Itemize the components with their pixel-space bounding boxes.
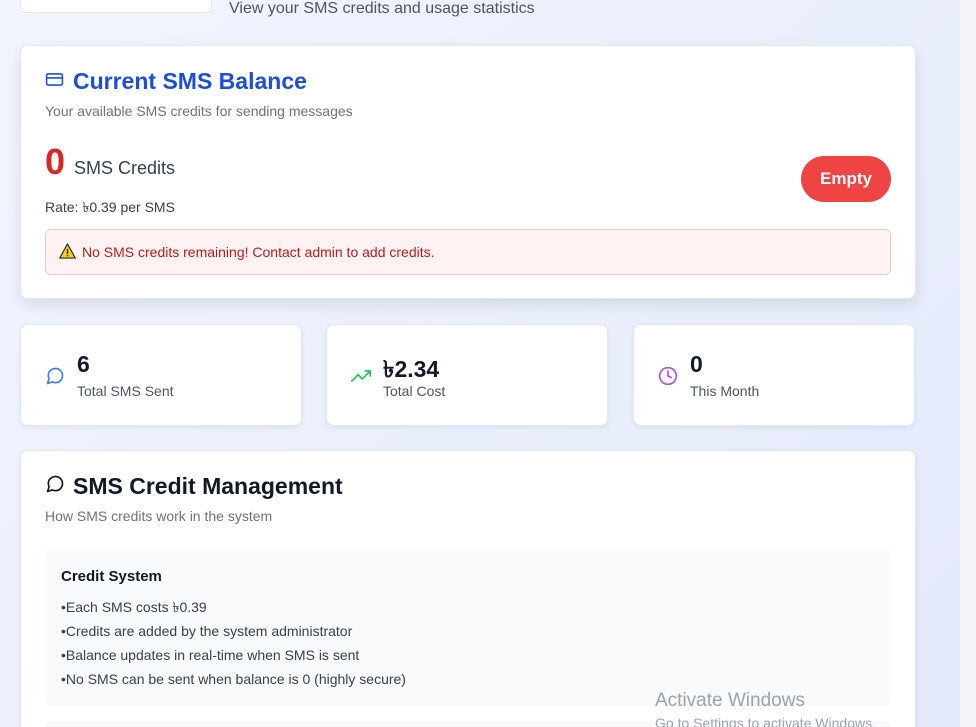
stat-label: This Month [690,383,760,399]
management-title-row: SMS Credit Management [45,473,343,500]
alert-text: No SMS credits remaining! Contact admin … [82,244,435,260]
stat-card-this-month: 0 This Month [633,324,915,426]
activate-windows-watermark: Activate Windows Go to Settings to activ… [655,690,876,727]
stat-label: Total Cost [383,383,446,399]
list-item: No SMS can be sent when balance is 0 (hi… [61,669,406,693]
credits-row: 0 SMS Credits [45,144,175,180]
stat-value: 6 [77,351,90,377]
balance-title: Current SMS Balance [73,68,307,94]
page-scrollbar[interactable] [960,0,976,727]
stat-card-total-sent: 6 Total SMS Sent [20,324,302,426]
message-circle-icon [45,366,65,391]
list-item: Each SMS costs ৳0.39 [61,597,406,621]
rate-text: Rate: ৳0.39 per SMS [45,199,175,215]
watermark-subtitle: Go to Settings to activate Windows. [655,715,876,727]
clock-icon [658,366,678,391]
watermark-title: Activate Windows [655,690,805,711]
list-item: Balance updates in real-time when SMS is… [61,645,406,669]
stat-card-total-cost: ৳2.34 Total Cost [326,324,608,426]
stat-label: Total SMS Sent [77,383,174,399]
credits-value: 0 [45,141,66,182]
header-widget [20,0,212,13]
balance-description: Your available SMS credits for sending m… [45,103,353,119]
warning-icon [59,242,76,262]
credit-card-icon [45,70,64,94]
trending-up-icon [351,366,371,391]
credits-label: SMS Credits [74,158,176,178]
stat-value: 0 [690,351,703,377]
credit-system-box: Credit System Each SMS costs ৳0.39 Credi… [45,549,891,706]
no-credits-alert: No SMS credits remaining! Contact admin … [45,229,891,275]
message-circle-icon [45,474,65,499]
balance-card: Current SMS Balance Your available SMS c… [20,45,916,299]
credit-system-list: Each SMS costs ৳0.39 Credits are added b… [61,597,406,693]
balance-title-row: Current SMS Balance [45,68,307,95]
credit-system-title: Credit System [61,568,162,585]
management-description: How SMS credits work in the system [45,508,273,524]
management-title: SMS Credit Management [73,473,343,499]
page-subtitle: View your SMS credits and usage statisti… [229,0,535,17]
status-badge: Empty [801,156,891,202]
list-item: Credits are added by the system administ… [61,621,406,645]
credit-management-card: SMS Credit Management How SMS credits wo… [20,450,916,727]
